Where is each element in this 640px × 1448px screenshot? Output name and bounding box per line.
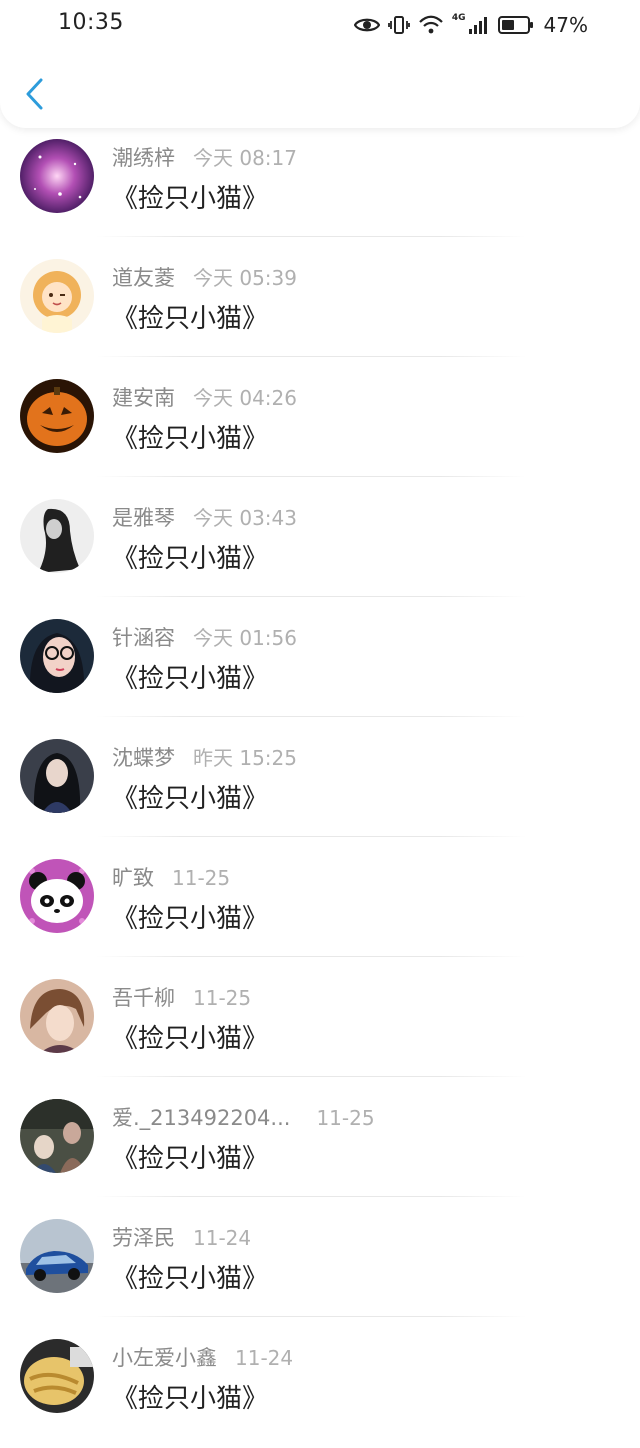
divider bbox=[96, 356, 526, 357]
work-title: 《捡只小猫》 bbox=[112, 784, 269, 814]
chevron-left-icon bbox=[26, 78, 43, 110]
list-item[interactable]: 道友菱 今天 05:39 《捡只小猫》 bbox=[0, 248, 640, 368]
wifi-icon bbox=[418, 14, 444, 36]
divider bbox=[96, 1076, 526, 1077]
work-title: 《捡只小猫》 bbox=[112, 1384, 269, 1414]
reader-list: 潮绣梓 今天 08:17 《捡只小猫》 道友菱 今天 05:39 《捡只小猫》 … bbox=[0, 128, 640, 1448]
avatar[interactable] bbox=[20, 259, 94, 333]
timestamp: 昨天 15:25 bbox=[193, 746, 297, 770]
list-item[interactable]: 是雅琴 今天 03:43 《捡只小猫》 bbox=[0, 488, 640, 608]
divider bbox=[96, 236, 526, 237]
username[interactable]: 针涵容 bbox=[112, 622, 175, 652]
list-item[interactable]: 旷致 11-25 《捡只小猫》 bbox=[0, 848, 640, 968]
avatar[interactable] bbox=[20, 379, 94, 453]
username[interactable]: 潮绣梓 bbox=[112, 142, 175, 172]
battery-percent: 47% bbox=[543, 13, 588, 37]
username[interactable]: 小左爱小鑫 bbox=[112, 1342, 217, 1372]
item-meta: 旷致 11-25 bbox=[112, 862, 230, 892]
network-type-label: 4G bbox=[451, 13, 466, 23]
avatar[interactable] bbox=[20, 1339, 94, 1413]
divider bbox=[96, 836, 526, 837]
divider bbox=[96, 716, 526, 717]
username[interactable]: 爱._213492204... bbox=[112, 1102, 290, 1132]
work-title: 《捡只小猫》 bbox=[112, 1144, 269, 1174]
username[interactable]: 是雅琴 bbox=[112, 502, 175, 532]
work-title: 《捡只小猫》 bbox=[112, 1024, 269, 1054]
item-meta: 潮绣梓 今天 08:17 bbox=[112, 142, 297, 172]
username[interactable]: 沈蝶梦 bbox=[112, 742, 175, 772]
list-item[interactable]: 建安南 今天 04:26 《捡只小猫》 bbox=[0, 368, 640, 488]
item-meta: 道友菱 今天 05:39 bbox=[112, 262, 297, 292]
list-item[interactable]: 针涵容 今天 01:56 《捡只小猫》 bbox=[0, 608, 640, 728]
avatar[interactable] bbox=[20, 739, 94, 813]
item-meta: 劳泽民 11-24 bbox=[112, 1222, 251, 1252]
timestamp: 11-24 bbox=[193, 1226, 252, 1250]
avatar[interactable] bbox=[20, 1099, 94, 1173]
avatar[interactable] bbox=[20, 139, 94, 213]
work-title: 《捡只小猫》 bbox=[112, 184, 269, 214]
item-meta: 小左爱小鑫 11-24 bbox=[112, 1342, 293, 1372]
divider bbox=[96, 476, 526, 477]
timestamp: 11-25 bbox=[193, 986, 252, 1010]
timestamp: 今天 08:17 bbox=[193, 146, 297, 170]
username[interactable]: 旷致 bbox=[112, 862, 154, 892]
item-meta: 沈蝶梦 昨天 15:25 bbox=[112, 742, 297, 772]
divider bbox=[96, 1196, 526, 1197]
timestamp: 11-24 bbox=[235, 1346, 294, 1370]
username[interactable]: 道友菱 bbox=[112, 262, 175, 292]
item-meta: 建安南 今天 04:26 bbox=[112, 382, 297, 412]
work-title: 《捡只小猫》 bbox=[112, 664, 269, 694]
timestamp: 11-25 bbox=[316, 1106, 375, 1130]
divider bbox=[96, 956, 526, 957]
header-bar: 10:35 4G 47% bbox=[0, 0, 640, 128]
list-item[interactable]: 潮绣梓 今天 08:17 《捡只小猫》 bbox=[0, 128, 640, 248]
item-meta: 针涵容 今天 01:56 bbox=[112, 622, 297, 652]
divider bbox=[96, 596, 526, 597]
vibrate-icon bbox=[387, 14, 410, 36]
avatar[interactable] bbox=[20, 859, 94, 933]
status-bar: 10:35 4G 47% bbox=[0, 0, 640, 50]
divider bbox=[96, 1316, 526, 1317]
work-title: 《捡只小猫》 bbox=[112, 424, 269, 454]
work-title: 《捡只小猫》 bbox=[112, 544, 269, 574]
list-item[interactable]: 吾千柳 11-25 《捡只小猫》 bbox=[0, 968, 640, 1088]
eye-icon bbox=[353, 16, 380, 34]
back-button[interactable] bbox=[14, 70, 54, 118]
signal-icon bbox=[468, 15, 490, 35]
timestamp: 今天 01:56 bbox=[193, 626, 297, 650]
work-title: 《捡只小猫》 bbox=[112, 904, 269, 934]
timestamp: 11-25 bbox=[172, 866, 231, 890]
avatar[interactable] bbox=[20, 499, 94, 573]
list-item[interactable]: 劳泽民 11-24 《捡只小猫》 bbox=[0, 1208, 640, 1328]
item-meta: 爱._213492204... 11-25 bbox=[112, 1102, 375, 1132]
timestamp: 今天 04:26 bbox=[193, 386, 297, 410]
work-title: 《捡只小猫》 bbox=[112, 1264, 269, 1294]
battery-icon bbox=[497, 15, 534, 35]
timestamp: 今天 03:43 bbox=[193, 506, 297, 530]
status-time: 10:35 bbox=[58, 10, 124, 35]
avatar[interactable] bbox=[20, 979, 94, 1053]
timestamp: 今天 05:39 bbox=[193, 266, 297, 290]
list-item[interactable]: 小左爱小鑫 11-24 《捡只小猫》 bbox=[0, 1328, 640, 1448]
item-meta: 吾千柳 11-25 bbox=[112, 982, 251, 1012]
list-item[interactable]: 沈蝶梦 昨天 15:25 《捡只小猫》 bbox=[0, 728, 640, 848]
work-title: 《捡只小猫》 bbox=[112, 304, 269, 334]
username[interactable]: 吾千柳 bbox=[112, 982, 175, 1012]
username[interactable]: 建安南 bbox=[112, 382, 175, 412]
avatar[interactable] bbox=[20, 1219, 94, 1293]
avatar[interactable] bbox=[20, 619, 94, 693]
status-icons: 4G 47% bbox=[353, 10, 588, 40]
username[interactable]: 劳泽民 bbox=[112, 1222, 175, 1252]
item-meta: 是雅琴 今天 03:43 bbox=[112, 502, 297, 532]
list-item[interactable]: 爱._213492204... 11-25 《捡只小猫》 bbox=[0, 1088, 640, 1208]
